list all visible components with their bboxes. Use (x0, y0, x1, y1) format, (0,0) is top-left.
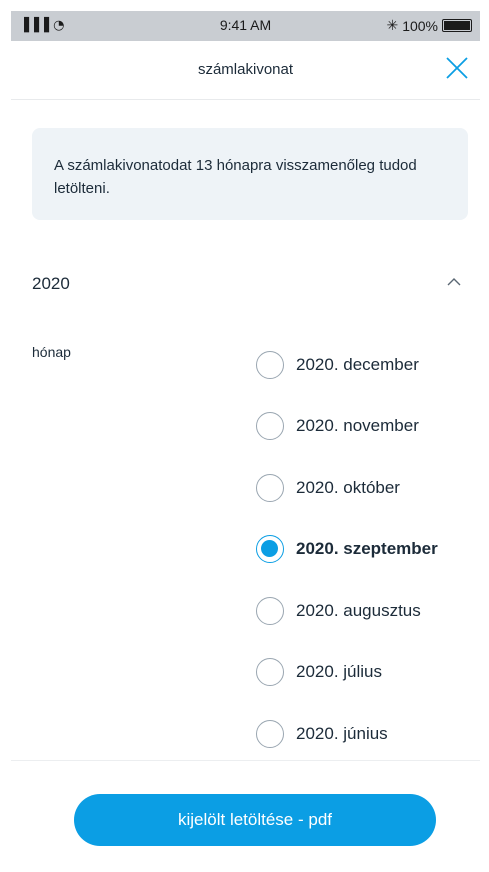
download-button[interactable]: kijelölt letöltése - pdf (74, 794, 436, 846)
info-text: A számlakivonatodat 13 hónapra visszamen… (54, 157, 417, 197)
status-bar: ▐▐▐ ◔ 9:41 AM ✳ 100% (11, 11, 480, 41)
month-option-label: 2020. november (296, 416, 419, 436)
month-option-label: 2020. augusztus (296, 600, 421, 620)
month-option[interactable]: 2020. november (256, 396, 438, 458)
radio-button[interactable] (256, 350, 284, 379)
month-option[interactable]: 2020. augusztus (256, 580, 438, 642)
radio-button[interactable] (256, 412, 284, 441)
month-option-label: 2020. július (296, 662, 383, 682)
month-option[interactable]: 2020. június (256, 703, 438, 765)
battery-percent: 100% (402, 17, 438, 34)
battery-icon (442, 19, 472, 32)
radio-button[interactable] (256, 596, 284, 625)
page-title: számlakivonat (197, 61, 294, 78)
status-right: ✳ 100% (386, 17, 472, 34)
year-heading[interactable]: 2020 (32, 274, 70, 294)
info-box: A számlakivonatodat 13 hónapra visszamen… (32, 128, 468, 220)
chevron-up-icon[interactable] (446, 276, 462, 288)
bluetooth-icon: ✳ (386, 17, 399, 33)
header: számlakivonat (11, 41, 480, 100)
footer: kijelölt letöltése - pdf (11, 760, 480, 872)
radio-button[interactable] (256, 658, 284, 687)
close-icon[interactable] (444, 55, 470, 81)
radio-button[interactable] (256, 473, 284, 502)
month-option-label: 2020. október (296, 477, 400, 497)
radio-button-selected[interactable] (256, 535, 284, 564)
month-option-label: 2020. szeptember (296, 539, 438, 559)
month-label: hónap (32, 344, 71, 360)
month-option[interactable]: 2020. október (256, 457, 438, 519)
content: A számlakivonatodat 13 hónapra visszamen… (11, 100, 480, 760)
radio-button[interactable] (256, 719, 284, 748)
month-option[interactable]: 2020. szeptember (256, 519, 438, 581)
month-option[interactable]: 2020. július (256, 642, 438, 704)
month-option[interactable]: 2020. december (256, 334, 438, 396)
month-radio-list: 2020. december 2020. november 2020. októ… (256, 334, 438, 765)
month-option-label: 2020. december (296, 354, 419, 374)
month-option-label: 2020. június (296, 723, 388, 743)
